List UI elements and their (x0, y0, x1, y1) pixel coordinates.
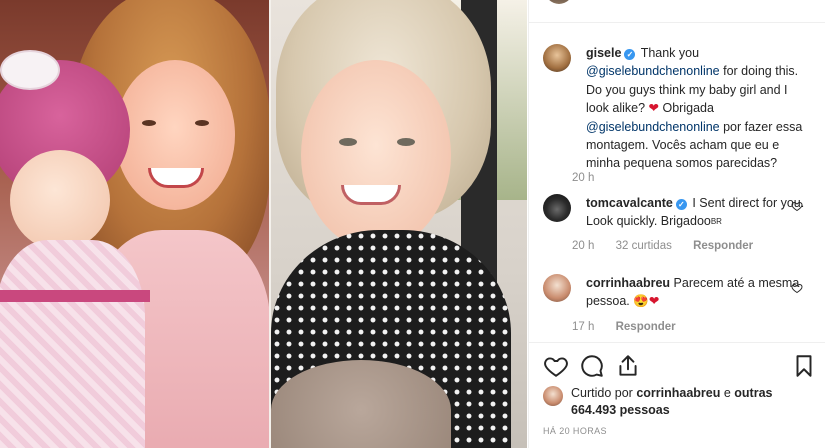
verified-badge-icon: ✓ (624, 49, 636, 60)
divider (529, 22, 825, 23)
comment-time[interactable]: 20 h (572, 240, 594, 252)
comment-like-heart-icon[interactable] (791, 200, 803, 212)
like-heart-icon[interactable] (543, 353, 569, 379)
verified-badge-icon: ✓ (675, 199, 687, 210)
caption-username[interactable]: gisele (586, 46, 621, 60)
photo-eye-shape (142, 120, 156, 126)
photo-childhood-portrait (0, 0, 270, 448)
reply-button[interactable]: Responder (616, 321, 676, 333)
caption: gisele ✓ Thank you @giselebundchenonline … (543, 44, 813, 184)
liked-by-text: Curtido por corrinhaabreu e outras 664.4… (571, 385, 811, 419)
liked-by-prefix: Curtido por (571, 386, 637, 400)
comment-text: corrinhaabreu Parecem até a mesma pessoa… (586, 274, 808, 311)
heart-emoji-icon: ❤ (648, 101, 660, 116)
comment-time[interactable]: 17 h (572, 321, 594, 333)
mention-link[interactable]: @giselebundchenonline (586, 64, 720, 78)
heart-emoji-icon: ❤ (648, 294, 660, 309)
avatar[interactable] (543, 44, 571, 72)
mention-link[interactable]: @giselebundchenonline (586, 120, 720, 134)
post-photo[interactable] (0, 0, 527, 448)
photo-daughter-portrait (271, 0, 527, 448)
caption-segment: Thank you (640, 46, 700, 60)
photo-face-shape (301, 60, 451, 250)
photo-doll-face (10, 150, 110, 250)
caption-text: gisele ✓ Thank you @giselebundchenonline … (586, 44, 808, 173)
photo-doll-bow (0, 50, 60, 90)
photo-doll-dress (0, 240, 145, 448)
comment-item: tomcavalcante ✓ I Sent direct for you. Lo… (543, 194, 813, 234)
comment-bubble-icon[interactable] (579, 353, 605, 379)
avatar[interactable] (543, 386, 563, 406)
avatar[interactable] (545, 0, 573, 4)
comment-meta: 20 h 32 curtidas Responder (572, 240, 771, 252)
comment-item: corrinhaabreu Parecem até a mesma pessoa… (543, 274, 813, 314)
comment-meta: 17 h Responder (572, 321, 694, 333)
divider (529, 342, 825, 343)
liked-by-user[interactable]: corrinhaabreu (636, 386, 720, 400)
comment-like-heart-icon[interactable] (791, 282, 803, 294)
avatar[interactable] (543, 274, 571, 302)
post-sidebar: gisele ✓ Thank you @giselebundchenonline … (528, 0, 825, 448)
caption-meta: 20 h (572, 172, 612, 184)
heart-eyes-emoji-icon: 😍 (633, 294, 649, 309)
photo-eye-shape (339, 138, 357, 146)
comment-likes-count[interactable]: 32 curtidas (616, 240, 672, 252)
caption-time[interactable]: 20 h (572, 172, 594, 184)
photo-doll-sash (0, 290, 150, 302)
caption-segment: Obrigada (659, 101, 714, 116)
liked-by-middle: e (720, 386, 735, 400)
comment-text: tomcavalcante ✓ I Sent direct for you. Lo… (586, 194, 808, 232)
flag-br-icon: BR (710, 217, 722, 227)
comment-username[interactable]: corrinhaabreu (586, 276, 670, 290)
reply-button[interactable]: Responder (693, 240, 753, 252)
save-bookmark-icon[interactable] (791, 353, 817, 379)
photo-eye-shape (195, 120, 209, 126)
photo-eye-shape (397, 138, 415, 146)
avatar[interactable] (543, 194, 571, 222)
post-timestamp[interactable]: HÁ 20 HORAS (543, 426, 607, 436)
share-icon[interactable] (615, 353, 641, 379)
action-bar (543, 353, 813, 381)
comment-username[interactable]: tomcavalcante (586, 196, 673, 210)
